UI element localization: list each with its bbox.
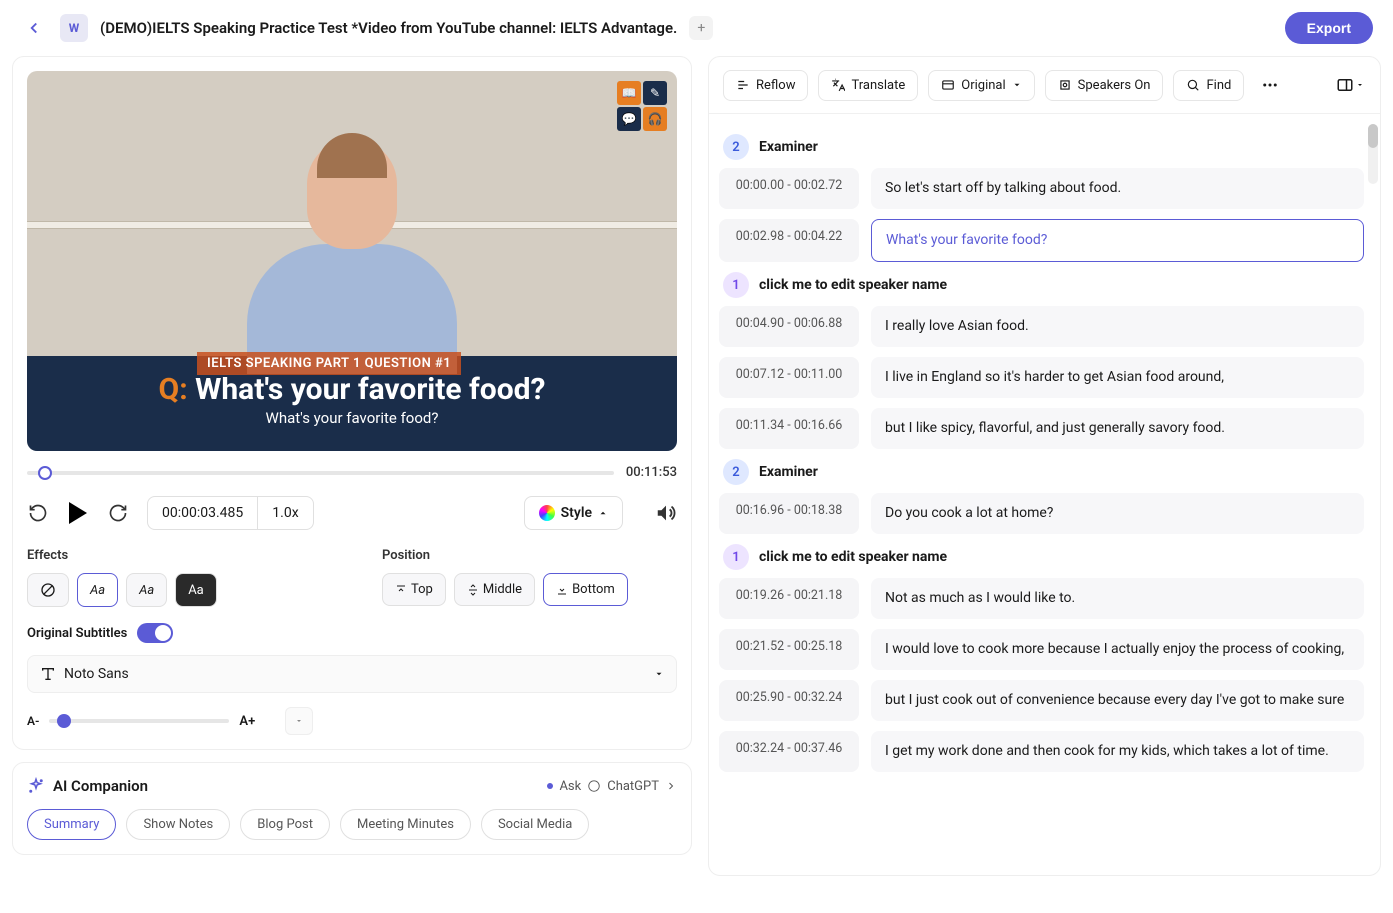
position-bottom[interactable]: Bottom	[543, 573, 628, 606]
more-button[interactable]	[1254, 69, 1286, 101]
volume-button[interactable]	[655, 502, 677, 524]
play-button[interactable]	[67, 502, 89, 524]
translate-button[interactable]: Translate	[818, 70, 918, 101]
transcript-text[interactable]: but I just cook out of convenience becau…	[871, 680, 1364, 721]
transcript-line[interactable]: 00:02.98 - 00:04.22 What's your favorite …	[719, 219, 1364, 262]
transcript-line[interactable]: 00:00.00 - 00:02.72 So let's start off by…	[719, 168, 1364, 209]
font-size-minus[interactable]: A-	[27, 714, 39, 728]
speaker-badge: 2	[723, 459, 749, 485]
transcript-text[interactable]: I really love Asian food.	[871, 306, 1364, 347]
color-select[interactable]	[285, 707, 313, 735]
timestamp[interactable]: 00:19.26 - 00:21.18	[719, 578, 859, 619]
original-subtitles-toggle[interactable]	[137, 623, 173, 643]
add-tab-button[interactable]: +	[689, 16, 713, 40]
transcript-line[interactable]: 00:21.52 - 00:25.18 I would love to cook …	[719, 629, 1364, 670]
transcript-text[interactable]: but I like spicy, flavorful, and just ge…	[871, 408, 1364, 449]
effect-shadow[interactable]: Aa	[126, 573, 167, 607]
speaker-header[interactable]: 2 Examiner	[723, 134, 1364, 160]
transcript-text[interactable]: I get my work done and then cook for my …	[871, 731, 1364, 772]
speaker-header[interactable]: 1 click me to edit speaker name	[723, 272, 1364, 298]
effects-label: Effects	[27, 548, 322, 563]
chevron-right-icon	[665, 780, 677, 792]
speaker-badge: 2	[723, 134, 749, 160]
timestamp[interactable]: 00:00.00 - 00:02.72	[719, 168, 859, 209]
style-button[interactable]: Style	[524, 496, 623, 530]
rewind-button[interactable]	[27, 502, 49, 524]
position-top[interactable]: Top	[382, 573, 446, 606]
timestamp[interactable]: 00:07.12 - 00:11.00	[719, 357, 859, 398]
speaker-badge: 1	[723, 544, 749, 570]
timestamp[interactable]: 00:25.90 - 00:32.24	[719, 680, 859, 721]
position-label: Position	[382, 548, 677, 563]
transcript-text[interactable]: So let's start off by talking about food…	[871, 168, 1364, 209]
export-button[interactable]: Export	[1285, 12, 1373, 44]
effect-outline[interactable]: Aa	[77, 573, 118, 607]
timestamp[interactable]: 00:21.52 - 00:25.18	[719, 629, 859, 670]
transcript-line[interactable]: 00:25.90 - 00:32.24 but I just cook out o…	[719, 680, 1364, 721]
timestamp[interactable]: 00:02.98 - 00:04.22	[719, 219, 859, 262]
color-wheel-icon	[539, 505, 555, 521]
current-time[interactable]: 00:00:03.485	[148, 497, 257, 529]
ai-companion-panel: AI Companion Ask ChatGPT Summary Show Not…	[12, 762, 692, 855]
speaker-header[interactable]: 1 click me to edit speaker name	[723, 544, 1364, 570]
transcript-line[interactable]: 00:16.96 - 00:18.38 Do you cook a lot at …	[719, 493, 1364, 534]
document-title[interactable]: (DEMO)IELTS Speaking Practice Test *Vide…	[100, 19, 677, 37]
sparkle-icon	[27, 777, 45, 795]
ai-tab-summary[interactable]: Summary	[27, 809, 116, 840]
speaker-name[interactable]: Examiner	[759, 464, 818, 480]
app-icon: W	[60, 14, 88, 42]
speaker-badge: 1	[723, 272, 749, 298]
reflow-button[interactable]: Reflow	[723, 70, 808, 101]
forward-button[interactable]	[107, 502, 129, 524]
effect-box[interactable]: Aa	[175, 573, 217, 607]
speaker-name[interactable]: Examiner	[759, 139, 818, 155]
font-select[interactable]: Noto Sans	[27, 655, 677, 693]
transcript-text[interactable]: I would love to cook more because I actu…	[871, 629, 1364, 670]
speaker-name[interactable]: click me to edit speaker name	[759, 549, 947, 565]
speaker-name[interactable]: click me to edit speaker name	[759, 277, 947, 293]
ai-tab-social-media[interactable]: Social Media	[481, 809, 589, 840]
font-size-plus[interactable]: A+	[239, 714, 255, 729]
transcript-text[interactable]: I live in England so it's harder to get …	[871, 357, 1364, 398]
video-player[interactable]: 📖 ✎ 💬 🎧 IELTS SPEAKING PART 1 QUESTION #…	[27, 71, 677, 451]
ai-tab-blog-post[interactable]: Blog Post	[240, 809, 330, 840]
find-button[interactable]: Find	[1173, 70, 1244, 101]
effect-none[interactable]	[27, 573, 69, 607]
transcript-line[interactable]: 00:04.90 - 00:06.88 I really love Asian f…	[719, 306, 1364, 347]
transcript-line[interactable]: 00:11.34 - 00:16.66 but I like spicy, fla…	[719, 408, 1364, 449]
original-dropdown[interactable]: Original	[928, 70, 1034, 101]
ask-chatgpt-button[interactable]: Ask ChatGPT	[547, 779, 677, 794]
position-middle[interactable]: Middle	[454, 573, 535, 606]
video-question: Q: What's your favorite food?	[27, 372, 677, 407]
font-size-slider[interactable]	[49, 719, 229, 723]
ai-companion-title: AI Companion	[53, 777, 148, 795]
transcript-text[interactable]: Do you cook a lot at home?	[871, 493, 1364, 534]
timestamp[interactable]: 00:04.90 - 00:06.88	[719, 306, 859, 347]
speaker-header[interactable]: 2 Examiner	[723, 459, 1364, 485]
transcript-line[interactable]: 00:32.24 - 00:37.46 I get my work done an…	[719, 731, 1364, 772]
transcript-text[interactable]: Not as much as I would like to.	[871, 578, 1364, 619]
transcript-line[interactable]: 00:07.12 - 00:11.00 I live in England so …	[719, 357, 1364, 398]
video-duration: 00:11:53	[626, 465, 677, 480]
layout-button[interactable]	[1334, 69, 1366, 101]
video-panel: 📖 ✎ 💬 🎧 IELTS SPEAKING PART 1 QUESTION #…	[12, 56, 692, 750]
transcript-line[interactable]: 00:19.26 - 00:21.18 Not as much as I woul…	[719, 578, 1364, 619]
chatgpt-icon	[587, 779, 601, 793]
speakers-toggle[interactable]: Speakers On	[1045, 70, 1164, 101]
video-badges: 📖 ✎ 💬 🎧	[617, 81, 667, 131]
timestamp[interactable]: 00:11.34 - 00:16.66	[719, 408, 859, 449]
transcript-text[interactable]: What's your favorite food?	[871, 219, 1364, 262]
ai-tab-meeting-minutes[interactable]: Meeting Minutes	[340, 809, 471, 840]
timestamp[interactable]: 00:16.96 - 00:18.38	[719, 493, 859, 534]
ai-tab-show-notes[interactable]: Show Notes	[126, 809, 230, 840]
video-subtitle: What's your favorite food?	[27, 409, 677, 427]
original-subtitles-label: Original Subtitles	[27, 626, 127, 641]
playback-speed[interactable]: 1.0x	[257, 497, 312, 529]
back-button[interactable]	[20, 14, 48, 42]
progress-bar[interactable]	[27, 471, 614, 475]
timestamp[interactable]: 00:32.24 - 00:37.46	[719, 731, 859, 772]
scrollbar[interactable]	[1368, 124, 1378, 184]
